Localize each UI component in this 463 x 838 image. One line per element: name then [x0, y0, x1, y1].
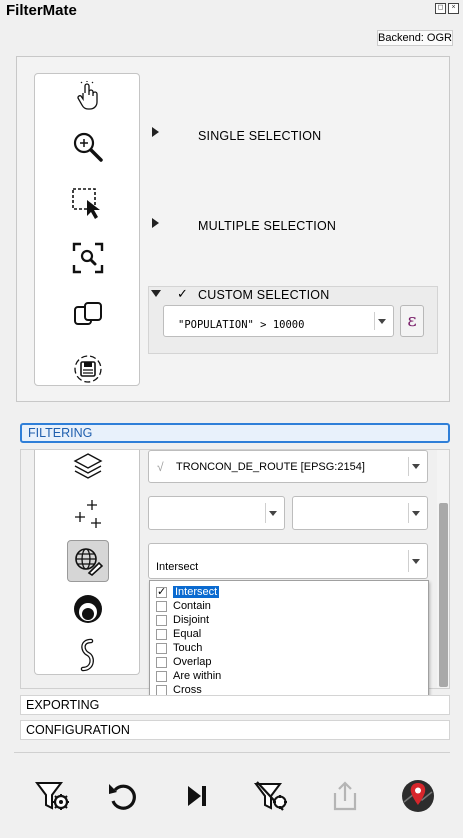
predicate-option[interactable]: Touch — [156, 641, 202, 655]
predicate-checkbox[interactable] — [156, 614, 167, 626]
configuration-header[interactable]: CONFIGURATION — [20, 720, 450, 740]
predicate-option[interactable]: Equal — [156, 627, 201, 641]
chevron-down-icon[interactable] — [377, 306, 387, 336]
predicate-checkbox[interactable]: ✓ — [156, 586, 167, 598]
filter-tool-column — [34, 450, 140, 675]
expand-multiple-icon[interactable] — [152, 218, 159, 228]
expression-value[interactable]: "POPULATION" > 10000 — [178, 319, 304, 331]
expression-builder-button[interactable]: ε — [400, 305, 424, 337]
predicate-label[interactable]: Disjoint — [173, 614, 209, 626]
predicate-combo-value[interactable]: Intersect — [156, 561, 198, 573]
expand-single-icon[interactable] — [152, 127, 159, 137]
predicate-checkbox[interactable] — [156, 656, 167, 668]
predicate-label[interactable]: Touch — [173, 642, 202, 654]
predicate-checkbox[interactable] — [156, 684, 167, 696]
predicate-option[interactable]: Contain — [156, 599, 211, 613]
skip-next-icon[interactable] — [178, 777, 216, 815]
single-selection-label[interactable]: SINGLE SELECTION — [198, 129, 321, 143]
chevron-down-icon[interactable] — [411, 497, 421, 529]
add-points-icon[interactable] — [72, 498, 104, 530]
custom-selection-label[interactable]: CUSTOM SELECTION — [198, 288, 329, 302]
zoom-selection-icon[interactable] — [71, 241, 105, 275]
filtering-scroll-thumb[interactable] — [439, 503, 448, 687]
filtering-header[interactable]: FILTERING — [20, 423, 450, 443]
predicate-label[interactable]: Contain — [173, 600, 211, 612]
chevron-down-icon[interactable] — [268, 497, 278, 529]
predicate-popup: ✓ Intersect Contain Disjoint Equal Touch… — [149, 580, 429, 700]
predicate-option[interactable]: Are within — [156, 669, 221, 683]
predicate-checkbox[interactable] — [156, 628, 167, 640]
field-combo-left[interactable] — [148, 496, 285, 530]
multiple-selection-label[interactable]: MULTIPLE SELECTION — [198, 219, 336, 233]
window-controls: ◻ × — [435, 3, 459, 14]
save-layer-icon[interactable] — [71, 352, 105, 386]
predicate-option[interactable]: ✓ Intersect — [156, 585, 220, 599]
chevron-down-icon[interactable] — [411, 544, 421, 578]
predicate-label[interactable]: Are within — [173, 670, 221, 682]
float-icon[interactable]: ◻ — [435, 3, 446, 14]
predicate-option[interactable]: Overlap — [156, 655, 212, 669]
exporting-header[interactable]: EXPORTING — [20, 695, 450, 715]
close-icon[interactable]: × — [448, 3, 459, 14]
export-icon[interactable] — [326, 777, 364, 815]
predicate-checkbox[interactable] — [156, 670, 167, 682]
clear-filter-icon[interactable] — [252, 777, 290, 815]
predicate-checkbox[interactable] — [156, 600, 167, 612]
field-combo-right[interactable] — [292, 496, 428, 530]
predicate-label[interactable]: Equal — [173, 628, 201, 640]
backend-badge: Backend: OGR — [377, 30, 453, 46]
pointer-click-icon[interactable] — [73, 80, 103, 112]
divider — [14, 752, 450, 753]
expression-combo[interactable]: "POPULATION" > 10000 — [163, 305, 394, 337]
filter-settings-icon[interactable] — [34, 777, 72, 815]
rect-select-icon[interactable] — [70, 185, 106, 221]
geo-predicate-icon[interactable] — [72, 545, 104, 577]
window-title: FilterMate — [6, 2, 77, 19]
predicate-label[interactable]: Intersect — [173, 586, 220, 598]
curve-icon[interactable] — [72, 638, 104, 672]
zoom-in-icon[interactable] — [71, 130, 105, 164]
layer-geometry-icon: √ — [157, 460, 164, 474]
predicate-label[interactable]: Overlap — [173, 656, 212, 668]
selection-tool-column — [34, 73, 140, 386]
layers-icon[interactable] — [72, 450, 104, 482]
layer-combo[interactable]: √ TRONCON_DE_ROUTE [EPSG:2154] — [148, 450, 428, 483]
predicate-checkbox[interactable] — [156, 642, 167, 654]
predicate-option[interactable]: Disjoint — [156, 613, 209, 627]
buffer-icon[interactable] — [71, 591, 105, 625]
predicate-combo[interactable]: Intersect — [148, 543, 428, 579]
map-pin-icon[interactable] — [399, 777, 437, 815]
collapse-custom-icon[interactable] — [151, 290, 161, 297]
chevron-down-icon[interactable] — [411, 451, 421, 482]
custom-selection-check[interactable]: ✓ — [177, 286, 188, 302]
link-layers-icon[interactable] — [71, 297, 105, 331]
undo-icon[interactable] — [104, 777, 142, 815]
layer-combo-value[interactable]: TRONCON_DE_ROUTE [EPSG:2154] — [176, 461, 365, 473]
